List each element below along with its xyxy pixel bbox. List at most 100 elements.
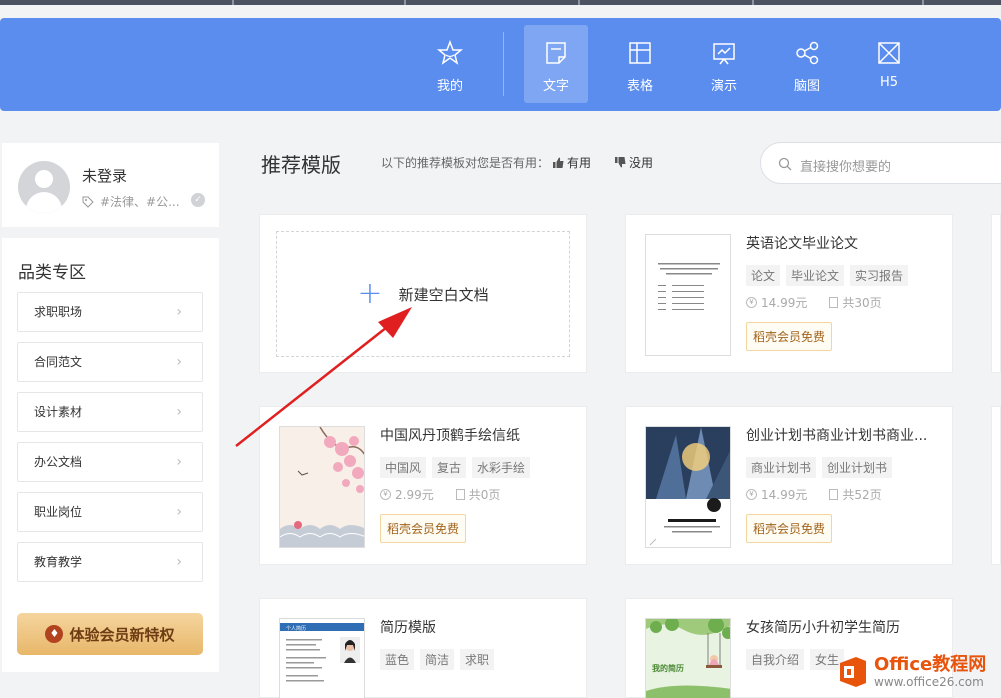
tab-writer[interactable]: 文字 [524,25,588,103]
avatar[interactable] [18,161,70,213]
template-tag[interactable]: 蓝色 [380,649,415,670]
vip-free-badge[interactable]: 稻壳会员免费 [380,514,467,543]
category-title: 品类专区 [18,263,86,283]
chevron-right-icon: › [176,354,182,370]
tab-label: 表格 [626,79,653,94]
category-item[interactable]: 教育教学 › [17,542,203,582]
template-tag[interactable]: 创业计划书 [822,457,893,478]
template-pages: 共52页 [842,488,882,502]
chevron-right-icon: › [176,454,182,470]
pages-icon [829,489,839,500]
template-card[interactable]: 个人简历 简历模版 蓝色 简洁 求职 [259,598,587,698]
coin-icon: ¥ [746,297,757,308]
template-tag[interactable]: 中国风 [380,457,427,478]
template-title[interactable]: 英语论文毕业论文 [746,233,858,253]
user-tags: #法律、#公... [82,193,180,210]
h5-icon [878,42,900,64]
vip-free-badge[interactable]: 稻壳会员免费 [746,322,833,351]
template-card-partial[interactable] [991,406,1001,565]
template-thumbnail[interactable] [645,426,731,548]
template-thumbnail[interactable] [279,426,365,548]
category-item[interactable]: 职业岗位 › [17,492,203,532]
template-tag[interactable]: 实习报告 [850,265,909,286]
feedback-question: 以下的推荐模板对您是否有用： [381,156,550,170]
useless-label: 没用 [629,156,654,170]
tab-mindmap[interactable]: 脑图 [775,25,839,103]
template-tag[interactable]: 毕业论文 [786,265,845,286]
category-label: 教育教学 [34,555,83,569]
crane-thumbnail-image [280,427,364,547]
thesis-thumbnail-image [646,235,730,355]
template-tags: 商业计划书 创业计划书 [746,457,893,478]
template-title[interactable]: 中国风丹顶鹤手绘信纸 [380,425,520,445]
user-name[interactable]: 未登录 [82,165,127,186]
template-card[interactable]: 中国风丹顶鹤手绘信纸 中国风 复古 水彩手绘 ¥ 2.99元 共0页 稻壳会员免… [259,406,587,565]
resume-thumb-header: 个人简历 [286,625,306,632]
template-tags: 自我介绍 女生 [746,649,845,670]
template-tags: 蓝色 简洁 求职 [380,649,495,670]
template-card[interactable]: 创业计划书商业计划书商业... 商业计划书 创业计划书 ¥ 14.99元 共52… [625,406,953,565]
tab-label: H5 [879,75,899,90]
vip-trial-button[interactable]: ♦ 体验会员新特权 [17,613,203,655]
new-blank-document-button[interactable]: + 新建空白文档 [276,231,570,357]
template-thumbnail[interactable] [645,234,731,356]
useless-button[interactable]: 没用 [615,154,653,171]
template-thumbnail[interactable]: 我的简历 [645,618,731,698]
template-meta: ¥ 14.99元 共52页 [746,486,882,503]
nav-divider [503,32,504,96]
pages-icon [455,489,465,500]
template-tag[interactable]: 论文 [746,265,781,286]
flame-icon: ♦ [45,625,64,643]
template-title[interactable]: 女孩简历小升初学生简历 [746,617,900,637]
tab-label: 文字 [542,79,569,94]
girl-resume-thumbnail-image: 我的简历 [646,619,730,698]
tab-presentation[interactable]: 演示 [692,25,756,103]
tag-icon [82,196,94,208]
tab-label: 脑图 [793,79,820,94]
tab-label: 我的 [436,79,463,94]
category-label: 办公文档 [34,455,83,469]
category-label: 合同范文 [34,355,83,369]
watermark: Office教程网 www.office26.com [836,645,1001,698]
pages-icon [829,297,839,308]
vip-free-badge[interactable]: 稻壳会员免费 [746,514,833,543]
category-label: 设计素材 [34,405,83,419]
user-card[interactable]: 未登录 #法律、#公... ✓ [2,143,219,227]
chevron-right-icon: › [176,304,182,320]
tab-spreadsheet[interactable]: 表格 [608,25,672,103]
check-icon[interactable]: ✓ [191,193,205,207]
template-card-partial[interactable] [991,214,1001,373]
template-tag[interactable]: 求职 [460,649,495,670]
category-item[interactable]: 合同范文 › [17,342,203,382]
template-title[interactable]: 简历模版 [380,617,436,637]
tab-mine[interactable]: 我的 [418,25,482,103]
category-item[interactable]: 办公文档 › [17,442,203,482]
section-title: 推荐模版 [261,153,341,177]
template-tag[interactable]: 商业计划书 [746,457,817,478]
template-tag[interactable]: 简洁 [420,649,455,670]
tab-h5[interactable]: H5 [857,25,921,103]
chevron-right-icon: › [176,504,182,520]
template-pages: 共30页 [842,296,882,310]
template-price: 2.99元 [395,488,434,502]
new-blank-card[interactable]: + 新建空白文档 [259,214,587,373]
girl-resume-thumb-title: 我的简历 [652,663,684,673]
category-item[interactable]: 设计素材 › [17,392,203,432]
search-box[interactable]: 直接搜你想要的 [760,142,1001,184]
business-plan-thumbnail-image [646,427,730,547]
feedback-bar: 以下的推荐模板对您是否有用： 有用 没用 [381,154,653,171]
office-logo-icon [840,656,866,687]
useful-button[interactable]: 有用 [553,154,591,171]
template-tag[interactable]: 复古 [432,457,467,478]
template-title[interactable]: 创业计划书商业计划书商业... [746,425,927,445]
template-card[interactable]: 英语论文毕业论文 论文 毕业论文 实习报告 ¥ 14.99元 共30页 稻壳会员… [625,214,953,373]
template-tag[interactable]: 水彩手绘 [472,457,531,478]
mindmap-icon [796,41,819,65]
tab-label: 演示 [710,79,737,94]
template-meta: ¥ 2.99元 共0页 [380,486,500,503]
template-tag[interactable]: 自我介绍 [746,649,805,670]
category-item[interactable]: 求职职场 › [17,292,203,332]
template-thumbnail[interactable]: 个人简历 [279,618,365,698]
user-tags-text: #法律、#公... [100,195,180,209]
search-placeholder[interactable]: 直接搜你想要的 [800,156,891,175]
